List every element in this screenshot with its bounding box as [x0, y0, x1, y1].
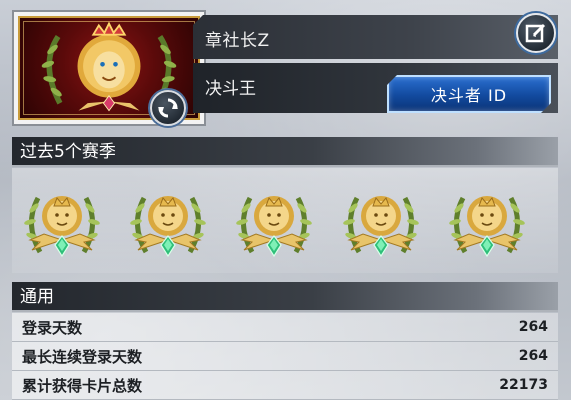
refresh-icon [158, 98, 178, 118]
stats-list: 登录天数 264 最长连续登录天数 264 累计获得卡片总数 22173 [12, 313, 558, 400]
stat-row-total-cards: 累计获得卡片总数 22173 [12, 371, 558, 400]
stat-label: 最长连续登录天数 [22, 347, 143, 366]
season-medal-icon [343, 196, 419, 258]
stat-row-login-days: 登录天数 264 [12, 313, 558, 342]
season-medal-1[interactable] [20, 184, 104, 264]
season-medal-icon [24, 196, 100, 258]
player-name: 章社长Z [205, 31, 270, 51]
stat-value: 22173 [499, 377, 548, 393]
season-medal-3[interactable] [232, 184, 316, 264]
title-row: 决斗王 决斗者 ID [193, 63, 558, 113]
stat-value: 264 [518, 319, 548, 335]
stat-label: 累计获得卡片总数 [22, 376, 143, 395]
stat-label: 登录天数 [22, 318, 83, 337]
seasons-panel [12, 168, 558, 273]
edit-profile-button[interactable] [516, 13, 556, 53]
general-header: 通用 [12, 282, 558, 312]
seasons-header: 过去5个赛季 [12, 137, 558, 167]
edit-icon [525, 23, 546, 43]
season-medal-5[interactable] [445, 184, 529, 264]
refresh-button[interactable] [150, 90, 186, 126]
name-row: 章社长Z [193, 15, 558, 59]
stat-row-consecutive-login: 最长连续登录天数 264 [12, 342, 558, 371]
stat-value: 264 [518, 348, 548, 364]
season-medal-icon [236, 196, 312, 258]
profile-panel: 章社长Z 决斗王 决斗者 ID [193, 10, 558, 126]
season-medal-4[interactable] [339, 184, 423, 264]
season-medal-icon [130, 196, 206, 258]
season-medal-icon [449, 196, 525, 258]
duelist-id-button[interactable]: 决斗者 ID [387, 75, 551, 113]
season-medal-2[interactable] [126, 184, 210, 264]
player-title: 决斗王 [205, 79, 256, 99]
